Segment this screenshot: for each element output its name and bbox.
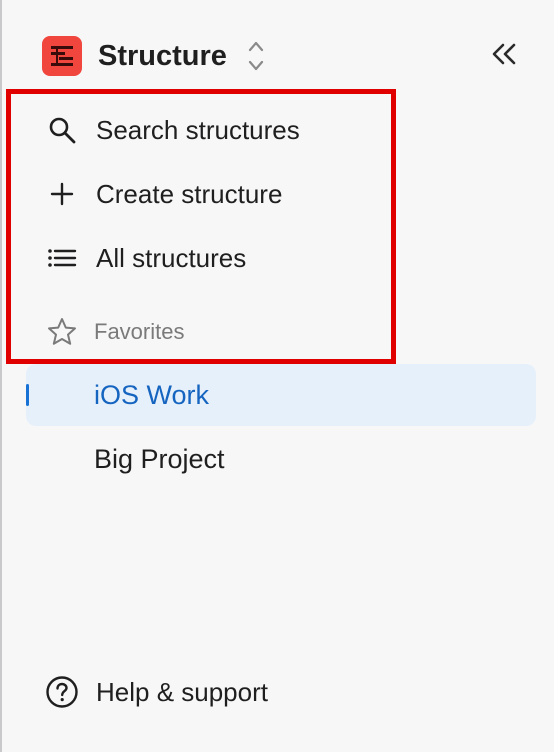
- all-structures-button[interactable]: All structures: [44, 238, 246, 278]
- nav-item-label: Search structures: [96, 114, 300, 145]
- help-support-label: Help & support: [96, 676, 268, 707]
- favorites-section-header[interactable]: Favorites: [44, 314, 184, 350]
- active-indicator: [26, 384, 29, 406]
- nav-item-label: Create structure: [96, 178, 283, 209]
- favorite-item-label: Big Project: [94, 443, 225, 474]
- plus-icon: [44, 176, 80, 212]
- app-title[interactable]: Structure: [98, 40, 227, 73]
- star-icon: [44, 314, 80, 350]
- search-icon: [44, 112, 80, 148]
- favorites-label: Favorites: [94, 319, 185, 344]
- question-circle-icon: [44, 674, 80, 710]
- search-structures-button[interactable]: Search structures: [44, 110, 300, 150]
- double-chevron-left-icon: [490, 42, 518, 71]
- list-icon: [44, 240, 80, 276]
- collapse-sidebar-button[interactable]: [488, 42, 520, 70]
- create-structure-button[interactable]: Create structure: [44, 174, 282, 214]
- help-support-button[interactable]: Help & support: [44, 672, 268, 712]
- favorite-item-big-project[interactable]: Big Project: [26, 428, 536, 490]
- chevron-up-down-icon[interactable]: [247, 38, 265, 74]
- favorite-item-label: iOS Work: [94, 379, 210, 410]
- sidebar-header: Structure: [42, 36, 265, 76]
- structure-logo-icon: [42, 36, 82, 76]
- favorite-item-ios-work[interactable]: iOS Work: [26, 364, 536, 426]
- nav-item-label: All structures: [96, 242, 247, 273]
- sidebar: Structure Search structures Create struc…: [0, 0, 554, 752]
